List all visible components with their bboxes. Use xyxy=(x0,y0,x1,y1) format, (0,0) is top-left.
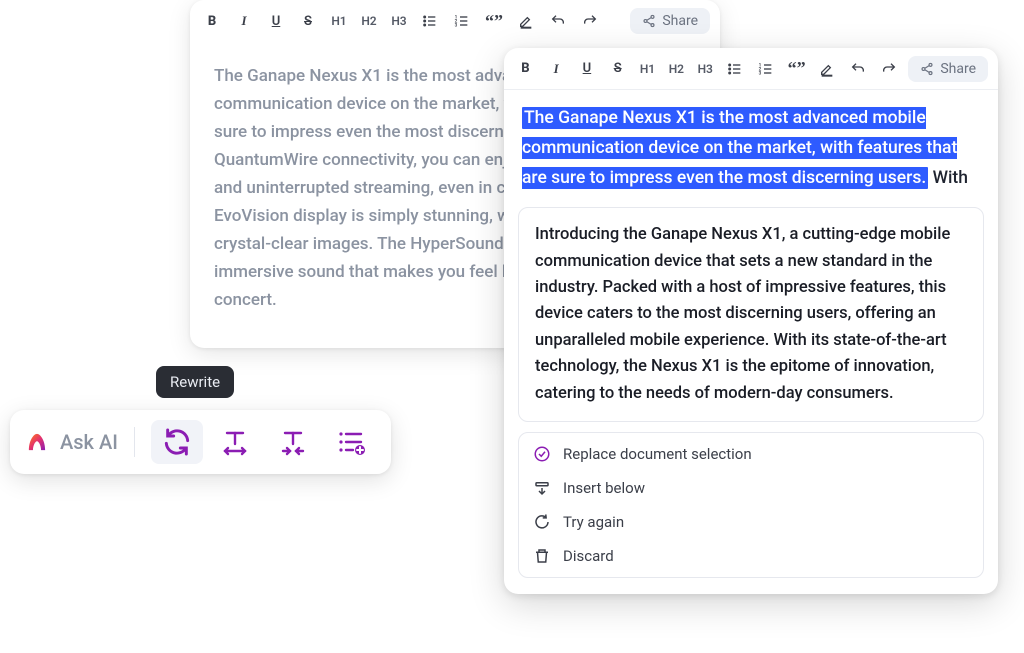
summarize-button[interactable] xyxy=(325,420,377,464)
h3-button[interactable]: H3 xyxy=(695,57,716,81)
undo-button[interactable] xyxy=(546,9,570,33)
redo-button[interactable] xyxy=(878,57,901,81)
action-label: Replace document selection xyxy=(563,445,752,463)
ordered-list-button[interactable]: 123 xyxy=(754,57,777,81)
toolbar-back: B I U S H1 H2 H3 123 “” Share xyxy=(190,0,720,42)
ai-actions-menu: Replace document selection Insert below … xyxy=(518,432,984,578)
action-label: Insert below xyxy=(563,479,645,497)
bold-button[interactable]: B xyxy=(514,57,537,81)
shorten-button[interactable] xyxy=(267,420,319,464)
h1-button[interactable]: H1 xyxy=(328,9,350,33)
rewrite-tooltip: Rewrite xyxy=(156,366,234,398)
h1-button[interactable]: H1 xyxy=(637,57,658,81)
quote-button[interactable]: “” xyxy=(482,9,506,33)
try-again-action[interactable]: Try again xyxy=(519,505,983,539)
share-button[interactable]: Share xyxy=(908,56,988,82)
italic-button[interactable]: I xyxy=(545,57,568,81)
ask-ai-toolbar-container: Rewrite Ask AI xyxy=(10,366,391,474)
bullet-list-button[interactable] xyxy=(418,9,442,33)
h2-button[interactable]: H2 xyxy=(666,57,687,81)
h2-button[interactable]: H2 xyxy=(358,9,380,33)
bold-button[interactable]: B xyxy=(200,9,224,33)
trash-icon xyxy=(533,547,551,565)
action-label: Try again xyxy=(563,513,624,531)
quote-button[interactable]: “” xyxy=(785,57,808,81)
insert-below-action[interactable]: Insert below xyxy=(519,471,983,505)
underline-button[interactable]: U xyxy=(264,9,288,33)
share-label: Share xyxy=(662,13,698,29)
ask-ai-toolbar: Ask AI xyxy=(10,410,391,474)
unselected-text: With xyxy=(928,168,968,188)
highlight-color-button[interactable] xyxy=(816,57,839,81)
strike-button[interactable]: S xyxy=(606,57,629,81)
retry-icon xyxy=(533,513,551,531)
check-circle-icon xyxy=(533,445,551,463)
selected-text: The Ganape Nexus X1 is the most advanced… xyxy=(522,107,957,189)
discard-action[interactable]: Discard xyxy=(519,539,983,573)
svg-text:3: 3 xyxy=(455,22,458,28)
h3-button[interactable]: H3 xyxy=(388,9,410,33)
rewrite-button[interactable] xyxy=(151,420,203,464)
ask-ai-logo-icon xyxy=(24,429,50,455)
lengthen-button[interactable] xyxy=(209,420,261,464)
ask-ai-label[interactable]: Ask AI xyxy=(60,430,118,454)
redo-button[interactable] xyxy=(578,9,602,33)
share-button[interactable]: Share xyxy=(630,8,710,34)
highlight-color-button[interactable] xyxy=(514,9,538,33)
share-label: Share xyxy=(940,61,976,77)
replace-selection-action[interactable]: Replace document selection xyxy=(519,437,983,471)
toolbar-front: B I U S H1 H2 H3 123 “” Share xyxy=(504,48,998,90)
ai-suggestion-box: Introducing the Ganape Nexus X1, a cutti… xyxy=(518,207,984,422)
document-body-front[interactable]: The Ganape Nexus X1 is the most advanced… xyxy=(504,90,998,199)
svg-text:3: 3 xyxy=(758,70,761,76)
bullet-list-button[interactable] xyxy=(724,57,747,81)
underline-button[interactable]: U xyxy=(576,57,599,81)
strike-button[interactable]: S xyxy=(296,9,320,33)
insert-below-icon xyxy=(533,479,551,497)
separator xyxy=(134,427,135,457)
italic-button[interactable]: I xyxy=(232,9,256,33)
undo-button[interactable] xyxy=(847,57,870,81)
action-label: Discard xyxy=(563,547,614,565)
editor-panel-front: B I U S H1 H2 H3 123 “” Share The Ganape… xyxy=(504,48,998,594)
ordered-list-button[interactable]: 123 xyxy=(450,9,474,33)
